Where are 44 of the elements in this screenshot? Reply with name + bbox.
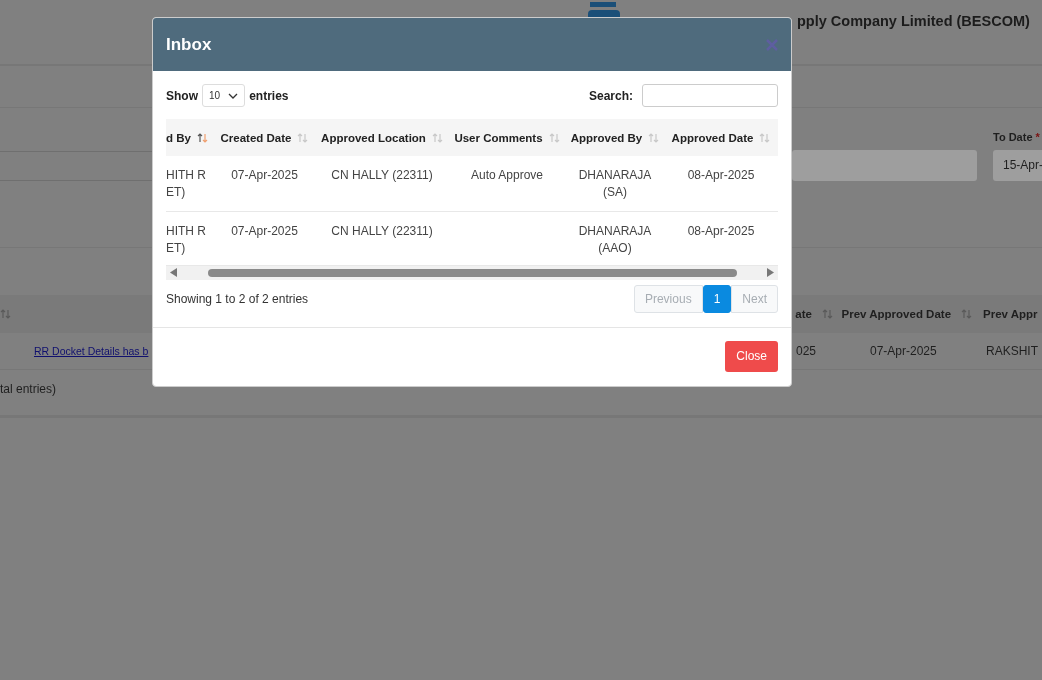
- table-cell: HITH R ET): [166, 156, 213, 211]
- search-label: Search:: [588, 88, 633, 103]
- page-button[interactable]: 1: [702, 284, 732, 313]
- close-icon[interactable]: [765, 37, 779, 52]
- company-title: pply Company Limited (BESCOM): [797, 13, 1030, 29]
- column-header[interactable]: d By: [166, 119, 213, 156]
- table-cell: CN HALLY (22311): [316, 156, 448, 211]
- date-field[interactable]: 15-Apr-: [993, 150, 1042, 181]
- table-cell: 08-Apr-2025: [664, 156, 778, 211]
- column-header[interactable]: Approved Date: [664, 119, 778, 156]
- entries-select[interactable]: 10: [202, 84, 246, 107]
- column-header[interactable]: Prev Approved Date: [841, 308, 952, 320]
- table-info: Showing 1 to 2 of 2 entries: [166, 291, 309, 306]
- close-button[interactable]: Close: [725, 340, 778, 372]
- input-field[interactable]: [792, 150, 977, 181]
- table-cell: 07-Apr-2025: [213, 156, 316, 211]
- column-header[interactable]: Approved By: [566, 119, 664, 156]
- entries-label: entries: [249, 88, 289, 103]
- dialog-title: Inbox: [166, 34, 212, 55]
- table-cell: CN HALLY (22311): [316, 211, 448, 265]
- scrollbar-thumb[interactable]: [207, 268, 737, 277]
- scroll-left-icon[interactable]: [170, 268, 177, 277]
- table-info: tal entries): [0, 382, 57, 396]
- table-cell-text: 025: [796, 344, 818, 358]
- column-header[interactable]: Created Date: [213, 119, 316, 156]
- table-cell: DHANARAJA (AAO): [566, 211, 664, 265]
- chevron-down-icon[interactable]: [228, 92, 239, 99]
- show-label: Show: [166, 88, 198, 103]
- column-header[interactable]: Prev Appr: [983, 308, 1038, 320]
- sort-icon[interactable]: [196, 132, 208, 143]
- column-header[interactable]: Approved Location: [316, 119, 448, 156]
- table-cell: RAKSHIT: [986, 344, 1036, 358]
- table-cell: HITH R ET): [166, 211, 213, 265]
- search-field[interactable]: [642, 84, 778, 107]
- field-label: To Date *: [993, 131, 1041, 143]
- scroll-right-icon[interactable]: [767, 268, 774, 277]
- docket-link[interactable]: RR Docket Details has b: [34, 345, 149, 357]
- table-cell: Auto Approve: [448, 156, 566, 211]
- table-cell: DHANARAJA (SA): [566, 156, 664, 211]
- table-cell: 08-Apr-2025: [664, 211, 778, 265]
- table-cell: 07-Apr-2025: [213, 211, 316, 265]
- column-header[interactable]: User Comments: [448, 119, 566, 156]
- table-cell-text: 07-Apr-2025: [870, 344, 938, 358]
- column-header[interactable]: ate: [795, 308, 812, 320]
